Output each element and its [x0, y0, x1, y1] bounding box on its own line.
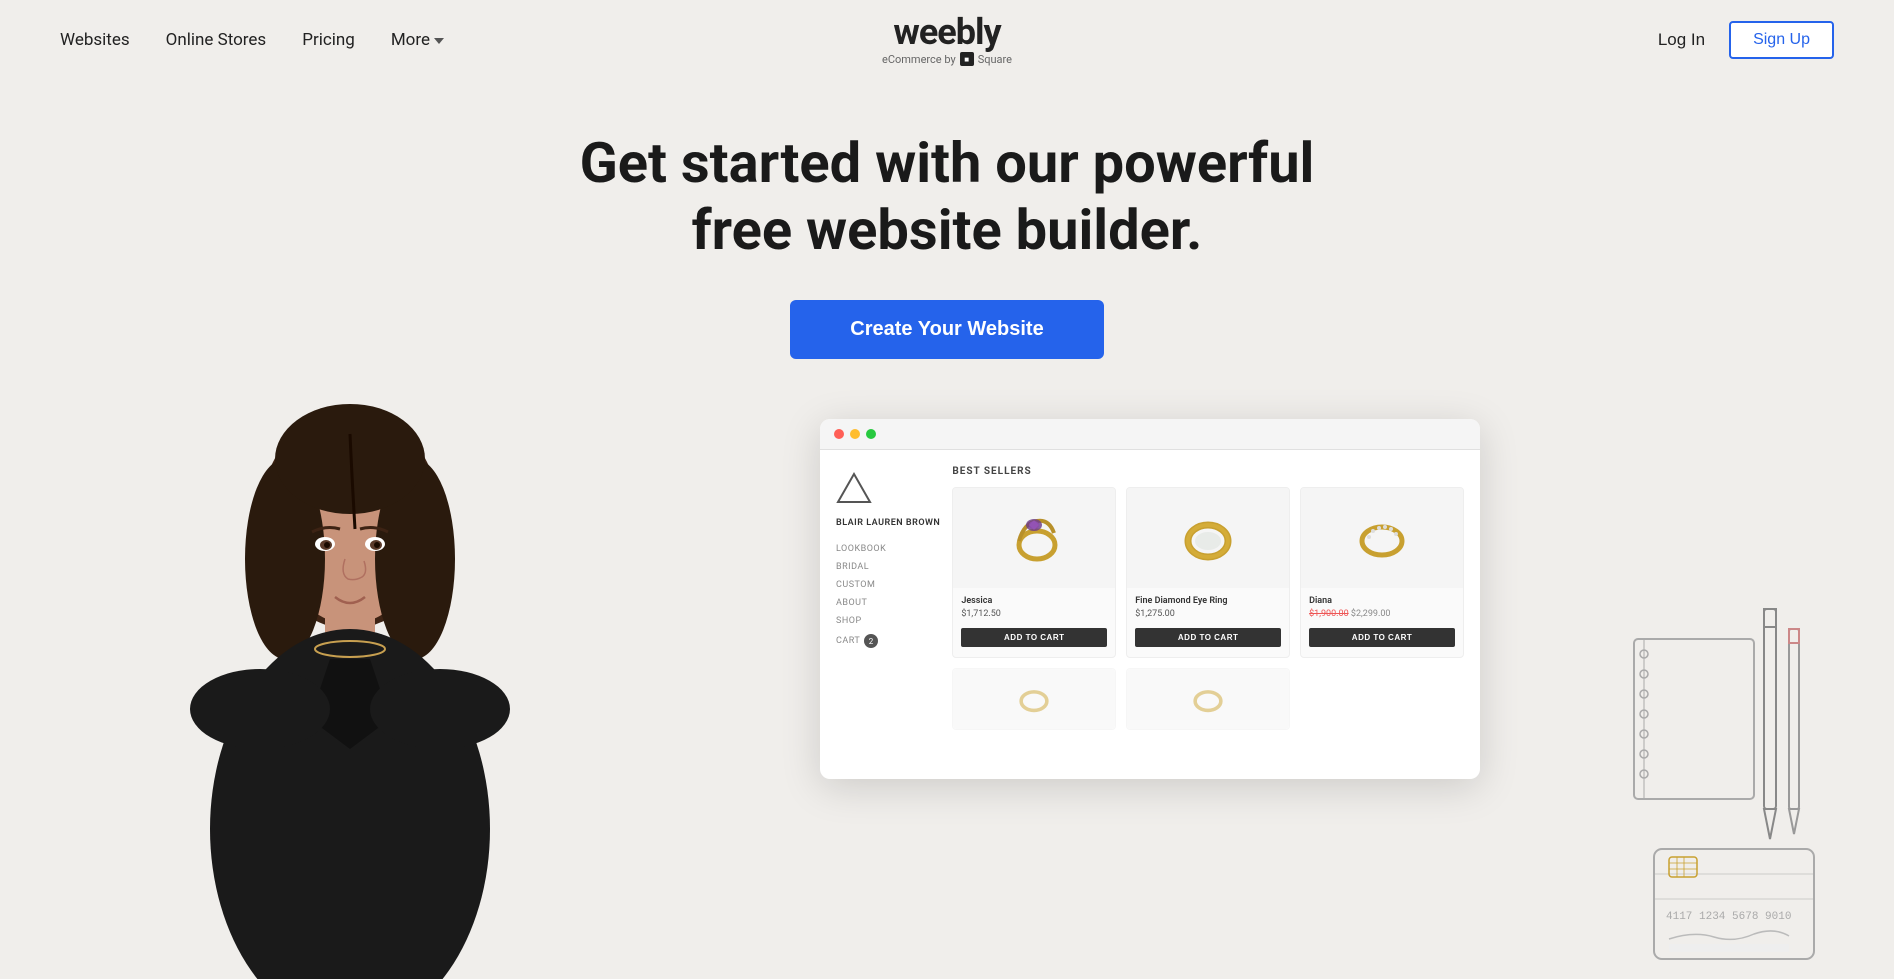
product-name-diamond: Fine Diamond Eye Ring	[1135, 596, 1281, 606]
product-name-jessica: Jessica	[961, 596, 1107, 606]
hero-section: Get started with our powerful free websi…	[0, 80, 1894, 979]
logo-text: weebly	[882, 14, 1012, 50]
product-image-diana	[1301, 488, 1463, 588]
product-image-row2-1	[953, 669, 1115, 729]
sale-price-diana: $1,900.00	[1309, 609, 1349, 619]
product-card-diamond: Fine Diamond Eye Ring $1,275.00 ADD TO C…	[1126, 487, 1290, 658]
products-grid: Jessica $1,712.50 ADD TO CART	[952, 487, 1464, 658]
product-card-diana: Diana $1,900.00 $2,299.00 ADD TO CART	[1300, 487, 1464, 658]
hero-visual: BLAIR LAUREN BROWN LOOKBOOK BRIDAL CUSTO…	[0, 419, 1894, 979]
hero-headline: Get started with our powerful free websi…	[557, 130, 1337, 264]
product-name-diana: Diana	[1309, 596, 1455, 606]
nav-pricing[interactable]: Pricing	[302, 30, 355, 50]
product-info-jessica: Jessica $1,712.50 ADD TO CART	[953, 588, 1115, 657]
store-main: BEST SELLERS	[952, 466, 1464, 730]
nav-websites[interactable]: Websites	[60, 30, 130, 50]
menu-custom[interactable]: CUSTOM	[836, 580, 940, 590]
navbar: Websites Online Stores Pricing More weeb…	[0, 0, 1894, 80]
store-triangle-logo	[836, 472, 872, 504]
store-menu: LOOKBOOK BRIDAL CUSTOM ABOUT SHOP CART 2	[836, 544, 940, 648]
add-to-cart-diana[interactable]: ADD TO CART	[1309, 628, 1455, 647]
product-card-row2-2	[1126, 668, 1290, 730]
browser-mockup: BLAIR LAUREN BROWN LOOKBOOK BRIDAL CUSTO…	[820, 419, 1480, 779]
store-sidebar: BLAIR LAUREN BROWN LOOKBOOK BRIDAL CUSTO…	[836, 466, 940, 730]
menu-lookbook[interactable]: LOOKBOOK	[836, 544, 940, 554]
nav-links-left: Websites Online Stores Pricing More	[60, 30, 444, 50]
product-card-row2-1	[952, 668, 1116, 730]
add-to-cart-jessica[interactable]: ADD TO CART	[961, 628, 1107, 647]
nav-right: Log In Sign Up	[1658, 21, 1834, 59]
product-price-diana: $1,900.00 $2,299.00	[1309, 609, 1455, 619]
nav-more-label: More	[391, 30, 430, 50]
browser-bar	[820, 419, 1480, 450]
login-button[interactable]: Log In	[1658, 30, 1705, 50]
cart-badge: 2	[864, 634, 878, 648]
browser-dot-red	[834, 429, 844, 439]
product-image-jessica	[953, 488, 1115, 588]
store-brand-name: BLAIR LAUREN BROWN	[836, 518, 940, 528]
drawing-decoration: 4117 1234 5678 9010	[1614, 599, 1834, 979]
product-price-diamond: $1,275.00	[1135, 609, 1281, 619]
person-image	[140, 399, 560, 979]
add-to-cart-diamond[interactable]: ADD TO CART	[1135, 628, 1281, 647]
site-logo[interactable]: weebly eCommerce by ■ Square	[882, 14, 1012, 66]
nav-more-dropdown[interactable]: More	[391, 30, 444, 50]
products-grid-row2	[952, 668, 1464, 730]
svg-text:4117 1234 5678 9010: 4117 1234 5678 9010	[1666, 911, 1791, 923]
signup-button[interactable]: Sign Up	[1729, 21, 1834, 59]
nav-online-stores[interactable]: Online Stores	[166, 30, 267, 50]
chevron-down-icon	[434, 38, 444, 44]
logo-sub: eCommerce by ■ Square	[882, 52, 1012, 66]
browser-dot-yellow	[850, 429, 860, 439]
product-image-row2-2	[1127, 669, 1289, 729]
best-sellers-label: BEST SELLERS	[952, 466, 1464, 477]
menu-bridal[interactable]: BRIDAL	[836, 562, 940, 572]
create-website-button[interactable]: Create Your Website	[790, 300, 1103, 359]
product-price-jessica: $1,712.50	[961, 609, 1107, 619]
store-content: BLAIR LAUREN BROWN LOOKBOOK BRIDAL CUSTO…	[820, 450, 1480, 746]
square-icon: ■	[960, 52, 974, 66]
product-image-diamond	[1127, 488, 1289, 588]
menu-cart[interactable]: CART 2	[836, 634, 940, 648]
product-card-jessica: Jessica $1,712.50 ADD TO CART	[952, 487, 1116, 658]
orig-price-diana: $2,299.00	[1351, 609, 1391, 619]
product-info-diana: Diana $1,900.00 $2,299.00 ADD TO CART	[1301, 588, 1463, 657]
browser-dot-green	[866, 429, 876, 439]
product-info-diamond: Fine Diamond Eye Ring $1,275.00 ADD TO C…	[1127, 588, 1289, 657]
menu-about[interactable]: ABOUT	[836, 598, 940, 608]
menu-shop[interactable]: SHOP	[836, 616, 940, 626]
